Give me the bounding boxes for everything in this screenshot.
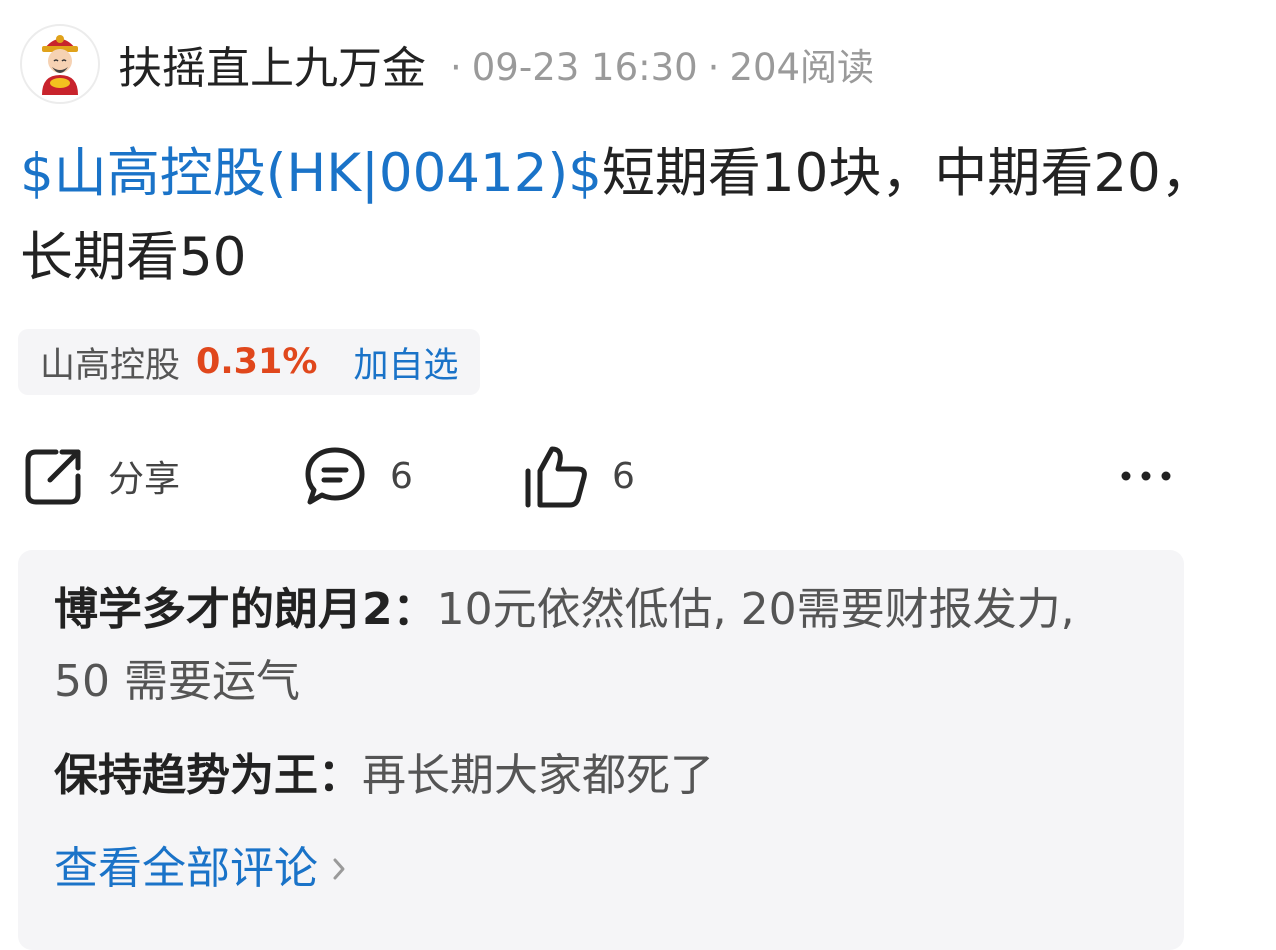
meta-separator: · [450,46,462,89]
like-button[interactable]: 6 [520,436,635,516]
share-icon [22,444,86,508]
share-button[interactable]: 分享 [22,436,180,516]
post-meta: · 09-23 16:30 · 204阅读 [440,37,874,91]
thumbs-up-icon [520,441,590,511]
like-count: 6 [612,455,635,497]
caishen-avatar-icon[interactable] [20,24,100,104]
share-label: 分享 [108,459,181,500]
post-timestamp: 09-23 16:30 [471,46,698,89]
add-to-watchlist-button[interactable]: 加自选 [353,337,458,388]
comment-item[interactable]: 保持趋势为王：再长期大家都死了 [54,740,1134,812]
more-options-button[interactable] [1118,436,1174,516]
stock-chip[interactable]: 山高控股 0.31% 加自选 [18,329,481,395]
comment-button[interactable]: 6 [302,436,413,516]
comment-username[interactable]: 保持趋势为王： [54,750,362,801]
comments-preview: 博学多才的朗月2：10元依然低估, 20需要财报发力, 50 需要运气 保持趋势… [18,550,1184,950]
stock-tag-link[interactable]: $山高控股(HK|00412)$ [20,143,602,204]
comment-item[interactable]: 博学多才的朗月2：10元依然低估, 20需要财报发力, 50 需要运气 [54,574,1134,718]
post-content: $山高控股(HK|00412)$短期看10块，中期看20，长期看50 [20,132,1220,300]
comment-icon [302,444,368,508]
stock-chip-change: 0.31% [196,342,318,382]
comment-count: 6 [390,455,413,497]
chevron-right-icon [318,833,346,905]
meta-separator: · [707,46,720,89]
view-all-comments-label: 查看全部评论 [54,843,318,894]
action-bar: 分享 6 6 [0,436,1276,516]
read-count: 204阅读 [729,46,875,89]
view-all-comments-link[interactable]: 查看全部评论 [54,833,346,905]
stock-chip-name: 山高控股 [40,345,181,386]
more-icon [1118,466,1174,486]
author-name[interactable]: 扶摇直上九万金 [118,32,426,96]
comment-username[interactable]: 博学多才的朗月2： [54,584,437,635]
post-header: 扶摇直上九万金 · 09-23 16:30 · 204阅读 [20,22,874,106]
comment-text: 再长期大家都死了 [362,750,714,801]
